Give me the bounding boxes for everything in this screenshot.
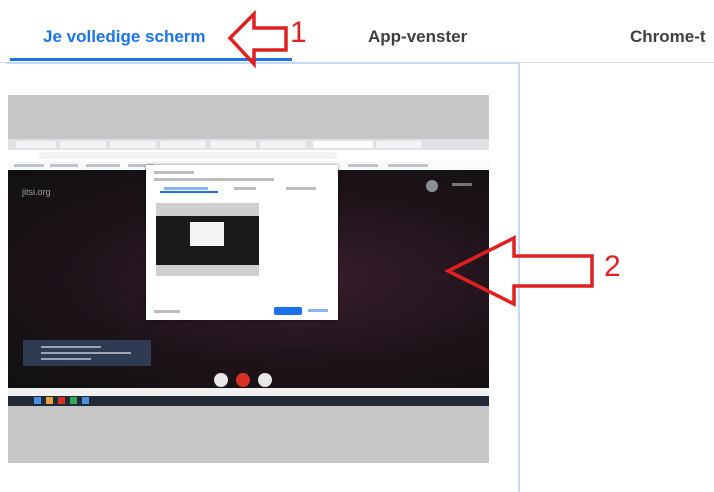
annotation-arrow-2 — [444, 235, 594, 307]
preview-hangup-icon — [236, 373, 250, 387]
preview-share-dialog — [146, 165, 338, 320]
tab-app-window[interactable]: App-venster — [368, 27, 467, 47]
preview-browser-tabstrip — [8, 139, 489, 150]
preview-taskbar — [8, 388, 489, 406]
annotation-label-2: 2 — [604, 250, 621, 283]
screen-preview-thumbnail[interactable]: jitsi.org — [8, 95, 489, 463]
preview-app-logo: jitsi.org — [22, 187, 51, 197]
annotation-label-1: 1 — [290, 16, 307, 49]
preview-camera-icon — [258, 373, 272, 387]
preview-address-bar — [8, 150, 489, 161]
preview-mic-icon — [214, 373, 228, 387]
annotation-arrow-1 — [227, 10, 288, 68]
source-tabs: Je volledige scherm App-venster Chrome-t — [0, 0, 714, 64]
tab-chrome-tab[interactable]: Chrome-t — [630, 27, 706, 47]
tab-entire-screen[interactable]: Je volledige scherm — [43, 27, 206, 47]
preview-notification — [23, 340, 151, 366]
preview-avatar — [426, 180, 438, 192]
